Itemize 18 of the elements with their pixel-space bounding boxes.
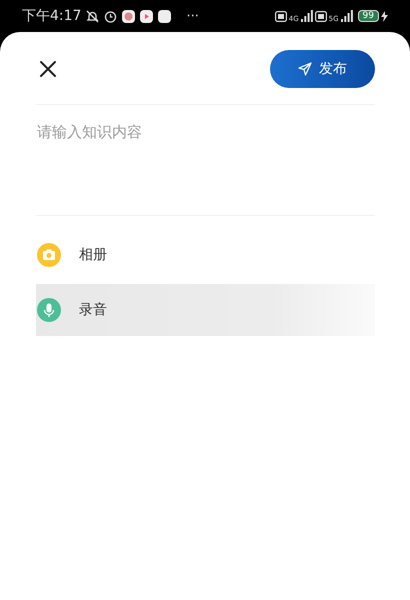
signal-icon	[340, 10, 353, 22]
attachment-item[interactable]: 相册	[36, 230, 375, 280]
publish-button[interactable]: 发布	[270, 50, 375, 88]
charging-icon	[381, 10, 388, 22]
hd-icon	[274, 10, 287, 22]
close-icon[interactable]	[39, 60, 57, 78]
signal-icon	[300, 10, 313, 22]
mute-icon	[86, 10, 100, 22]
battery-level: 99	[358, 10, 379, 22]
hd-icon	[314, 10, 327, 22]
alarm-icon	[104, 10, 118, 22]
send-icon	[298, 62, 312, 76]
play-icon	[140, 10, 154, 22]
app-icon	[158, 10, 172, 22]
app-icon	[122, 10, 136, 22]
attachment-item[interactable]: 录音	[36, 284, 375, 336]
more-indicator: ···	[186, 8, 199, 24]
clock-time: 下午4:17	[22, 7, 82, 25]
